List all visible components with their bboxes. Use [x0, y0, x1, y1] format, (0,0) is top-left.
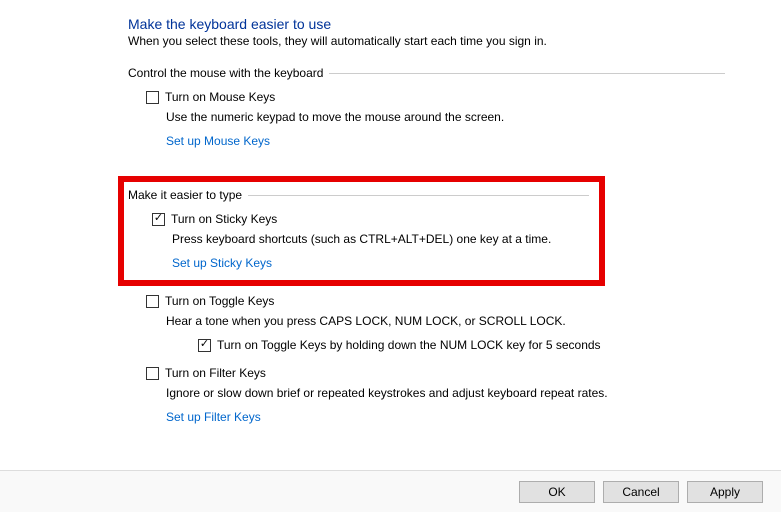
- label-mouse-keys: Turn on Mouse Keys: [165, 90, 275, 104]
- page-subtitle: When you select these tools, they will a…: [128, 34, 725, 48]
- checkbox-filter-keys[interactable]: [146, 367, 159, 380]
- page-title: Make the keyboard easier to use: [128, 16, 725, 32]
- checkbox-mouse-keys[interactable]: [146, 91, 159, 104]
- label-toggle-keys: Turn on Toggle Keys: [165, 294, 274, 308]
- label-toggle-keys-numlock: Turn on Toggle Keys by holding down the …: [217, 338, 601, 352]
- checkbox-toggle-keys[interactable]: [146, 295, 159, 308]
- section-header-mouse-label: Control the mouse with the keyboard: [128, 66, 323, 80]
- divider-line: [329, 73, 725, 74]
- cancel-button[interactable]: Cancel: [603, 481, 679, 503]
- desc-sticky-keys: Press keyboard shortcuts (such as CTRL+A…: [172, 232, 589, 246]
- desc-mouse-keys: Use the numeric keypad to move the mouse…: [166, 110, 725, 124]
- desc-filter-keys: Ignore or slow down brief or repeated ke…: [166, 386, 725, 400]
- row-toggle-keys-numlock: Turn on Toggle Keys by holding down the …: [198, 338, 725, 352]
- apply-button[interactable]: Apply: [687, 481, 763, 503]
- divider-line: [248, 195, 589, 196]
- checkbox-toggle-keys-numlock[interactable]: [198, 339, 211, 352]
- ok-button[interactable]: OK: [519, 481, 595, 503]
- section-header-type: Make it easier to type: [128, 188, 589, 202]
- label-filter-keys: Turn on Filter Keys: [165, 366, 266, 380]
- row-toggle-keys: Turn on Toggle Keys: [146, 294, 725, 308]
- row-sticky-keys: Turn on Sticky Keys: [152, 212, 589, 226]
- section-filter-keys: Turn on Filter Keys Ignore or slow down …: [128, 366, 725, 438]
- section-header-mouse: Control the mouse with the keyboard: [128, 66, 725, 80]
- label-sticky-keys: Turn on Sticky Keys: [171, 212, 277, 226]
- link-setup-mouse-keys[interactable]: Set up Mouse Keys: [166, 134, 270, 148]
- section-mouse: Control the mouse with the keyboard Turn…: [128, 66, 725, 162]
- section-header-type-label: Make it easier to type: [128, 188, 242, 202]
- link-setup-filter-keys[interactable]: Set up Filter Keys: [166, 410, 261, 424]
- link-setup-sticky-keys[interactable]: Set up Sticky Keys: [172, 256, 272, 270]
- desc-toggle-keys: Hear a tone when you press CAPS LOCK, NU…: [166, 314, 725, 328]
- section-toggle-keys: Turn on Toggle Keys Hear a tone when you…: [128, 294, 725, 352]
- row-filter-keys: Turn on Filter Keys: [146, 366, 725, 380]
- row-mouse-keys: Turn on Mouse Keys: [146, 90, 725, 104]
- checkbox-sticky-keys[interactable]: [152, 213, 165, 226]
- highlight-sticky-keys: Make it easier to type Turn on Sticky Ke…: [118, 176, 605, 286]
- button-bar: OK Cancel Apply: [0, 470, 781, 512]
